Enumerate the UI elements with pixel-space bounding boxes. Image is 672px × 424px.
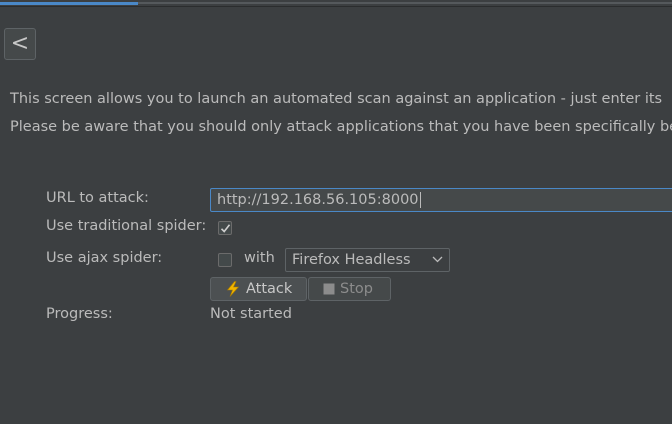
stop-square-icon (323, 283, 335, 295)
attack-button[interactable]: Attack (210, 277, 307, 301)
browser-select[interactable]: Firefox Headless (285, 248, 450, 272)
intro-text-line-1: This screen allows you to launch an auto… (10, 91, 663, 107)
ajax-spider-checkbox[interactable] (218, 253, 232, 267)
traditional-spider-checkbox[interactable] (218, 221, 232, 235)
lightning-icon (225, 281, 241, 297)
chevron-left-icon: < (10, 31, 30, 56)
url-input-value: http://192.168.56.105:8000 (217, 192, 419, 208)
traditional-spider-label: Use traditional spider: (46, 218, 207, 234)
intro-text-line-2: Please be aware that you should only att… (10, 119, 672, 135)
progress-status: Not started (210, 306, 292, 322)
tab-strip-track (138, 2, 672, 4)
attack-button-label: Attack (246, 281, 293, 297)
url-label: URL to attack: (46, 190, 149, 206)
ajax-spider-label: Use ajax spider: (46, 250, 163, 266)
tab-strip (0, 0, 672, 7)
chevron-down-icon (432, 256, 443, 263)
browser-select-value: Firefox Headless (292, 252, 411, 268)
checkmark-icon (220, 224, 231, 233)
text-caret (419, 192, 421, 208)
back-button[interactable]: < (4, 28, 36, 60)
stop-button-label: Stop (340, 281, 373, 297)
url-input[interactable]: http://192.168.56.105:8000 (210, 188, 672, 212)
progress-label: Progress: (46, 306, 113, 322)
active-tab-indicator (0, 2, 138, 5)
quick-start-panel: < This screen allows you to launch an au… (0, 0, 672, 424)
with-label: with (244, 250, 275, 266)
stop-button[interactable]: Stop (308, 277, 391, 301)
